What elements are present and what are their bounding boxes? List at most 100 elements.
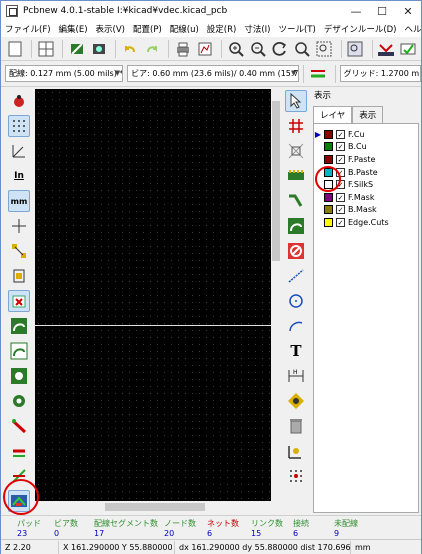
plot-icon[interactable] — [195, 39, 214, 59]
menu-dimensions[interactable]: 寸法(I) — [244, 23, 270, 35]
add-track-icon[interactable] — [285, 190, 307, 212]
zoom-selection-icon[interactable] — [315, 39, 334, 59]
layer-row-edge-cuts[interactable]: ✓ Edge.Cuts — [314, 216, 418, 229]
mm-units-icon[interactable]: mm — [8, 190, 30, 212]
via-sketch-icon[interactable] — [8, 390, 30, 412]
tab-render[interactable]: 表示 — [352, 106, 384, 123]
layer-visibility-checkbox[interactable]: ✓ — [336, 217, 345, 227]
show-grid-icon[interactable] — [8, 115, 30, 137]
layer-visibility-checkbox[interactable]: ✓ — [336, 180, 345, 190]
highlight-net-icon[interactable] — [285, 115, 307, 137]
new-board-icon[interactable] — [5, 39, 24, 59]
track-width-select[interactable]: 配線: 0.127 mm (5.00 mils) * ▼ — [5, 65, 124, 82]
add-keepout-icon[interactable] — [285, 240, 307, 262]
menu-edit[interactable]: 編集(E) — [59, 23, 88, 35]
delete-items-icon[interactable] — [285, 415, 307, 437]
layer-color-swatch[interactable] — [324, 167, 333, 177]
layer-color-swatch[interactable] — [324, 217, 333, 227]
zone-outline-icon[interactable] — [8, 340, 30, 362]
canvas-vertical-scrollbar[interactable] — [271, 89, 281, 501]
page-settings-icon[interactable] — [36, 39, 55, 59]
layer-visibility-checkbox[interactable]: ✓ — [336, 205, 345, 215]
netlist-icon[interactable] — [377, 39, 396, 59]
menu-preferences[interactable]: 設定(R) — [207, 23, 237, 35]
layer-row-b-mask[interactable]: ✓ B.Mask — [314, 204, 418, 217]
layer-visibility-checkbox[interactable]: ✓ — [336, 129, 345, 139]
layer-name: B.Cu — [348, 142, 367, 152]
layer-row-f-silks[interactable]: ✓ F.SilkS — [314, 178, 418, 191]
pcb-canvas[interactable] — [35, 89, 271, 501]
zoom-out-icon[interactable] — [248, 39, 267, 59]
menu-tools[interactable]: ツール(T) — [278, 23, 315, 35]
track-sketch-icon[interactable] — [8, 415, 30, 437]
show-ratsnest-icon[interactable] — [8, 240, 30, 262]
pad-sketch-icon[interactable] — [8, 365, 30, 387]
menu-place[interactable]: 配置(P) — [133, 23, 162, 35]
zone-fill-icon[interactable] — [8, 315, 30, 337]
layer-color-swatch[interactable] — [324, 180, 333, 190]
scrollbar-thumb[interactable] — [272, 101, 280, 261]
maximize-button[interactable]: ☐ — [369, 1, 395, 21]
menu-view[interactable]: 表示(V) — [96, 23, 125, 35]
high-contrast-icon[interactable] — [8, 440, 30, 462]
layer-color-swatch[interactable] — [324, 142, 333, 152]
undo-icon[interactable] — [120, 39, 139, 59]
cursor-shape-icon[interactable] — [8, 215, 30, 237]
print-icon[interactable] — [173, 39, 192, 59]
layer-visibility-checkbox[interactable]: ✓ — [336, 192, 345, 202]
add-line-icon[interactable] — [285, 265, 307, 287]
module-viewer-icon[interactable] — [89, 39, 108, 59]
layer-row-b-cu[interactable]: ✓ B.Cu — [314, 141, 418, 154]
layer-row-b-paste[interactable]: ✓ B.Paste — [314, 166, 418, 179]
auto-delete-track-icon[interactable] — [8, 290, 30, 312]
menu-design-rules[interactable]: デザインルール(D) — [324, 23, 397, 35]
module-ratsnest-icon[interactable] — [8, 265, 30, 287]
layer-visibility-checkbox[interactable]: ✓ — [336, 167, 345, 177]
layer-visibility-checkbox[interactable]: ✓ — [336, 142, 345, 152]
add-circle-icon[interactable] — [285, 290, 307, 312]
add-target-icon[interactable] — [285, 390, 307, 412]
auto-track-width-icon[interactable] — [308, 64, 327, 84]
add-arc-icon[interactable] — [285, 315, 307, 337]
module-editor-icon[interactable] — [67, 39, 86, 59]
layer-color-swatch[interactable] — [324, 154, 333, 164]
layer-color-swatch[interactable] — [324, 192, 333, 202]
tab-layers[interactable]: レイヤ — [313, 106, 353, 123]
select-arrow-icon[interactable] — [285, 90, 307, 112]
add-zone-icon[interactable] — [285, 215, 307, 237]
microwave-toolbar-icon[interactable] — [8, 490, 30, 512]
menu-route[interactable]: 配線(u) — [170, 23, 199, 35]
find-icon[interactable] — [346, 39, 365, 59]
menu-file[interactable]: ファイル(F) — [5, 23, 51, 35]
grid-select[interactable]: グリッド: 1.2700 m — [339, 65, 421, 82]
layer-visibility-checkbox[interactable]: ✓ — [336, 154, 345, 164]
add-module-icon[interactable] — [285, 165, 307, 187]
canvas-horizontal-scrollbar[interactable] — [35, 501, 271, 513]
via-size-select[interactable]: ビア: 0.60 mm (23.6 mils)/ 0.40 mm (15.7 m… — [127, 65, 300, 82]
layer-row-f-mask[interactable]: ✓ F.Mask — [314, 191, 418, 204]
layer-row-f-paste[interactable]: ✓ F.Paste — [314, 153, 418, 166]
layer-row-f-cu[interactable]: ▶ ✓ F.Cu — [314, 128, 418, 141]
layer-name: B.Mask — [348, 205, 377, 215]
minimize-button[interactable]: — — [343, 1, 369, 21]
scrollbar-thumb[interactable] — [105, 503, 205, 511]
redo-icon[interactable] — [142, 39, 161, 59]
layer-color-swatch[interactable] — [324, 129, 333, 139]
drc-off-icon[interactable] — [8, 90, 30, 112]
polar-coords-icon[interactable] — [8, 140, 30, 162]
grid-origin-icon[interactable] — [285, 465, 307, 487]
menu-help[interactable]: ヘルプ(H) — [405, 23, 422, 35]
drc-icon[interactable] — [399, 39, 418, 59]
zoom-redraw-icon[interactable] — [271, 39, 290, 59]
inch-units-icon[interactable]: In — [8, 165, 30, 187]
zoom-fit-icon[interactable] — [293, 39, 312, 59]
drill-origin-icon[interactable] — [285, 440, 307, 462]
zoom-in-icon[interactable] — [226, 39, 245, 59]
layer-color-swatch[interactable] — [324, 205, 333, 215]
add-text-icon[interactable]: T — [285, 340, 307, 362]
local-ratsnest-icon[interactable] — [285, 140, 307, 162]
close-button[interactable]: ✕ — [395, 1, 421, 21]
toggle-layer-colors-icon[interactable] — [8, 465, 30, 487]
add-dimension-icon[interactable]: H — [285, 365, 307, 387]
stat-label: ビア数 — [54, 519, 78, 528]
